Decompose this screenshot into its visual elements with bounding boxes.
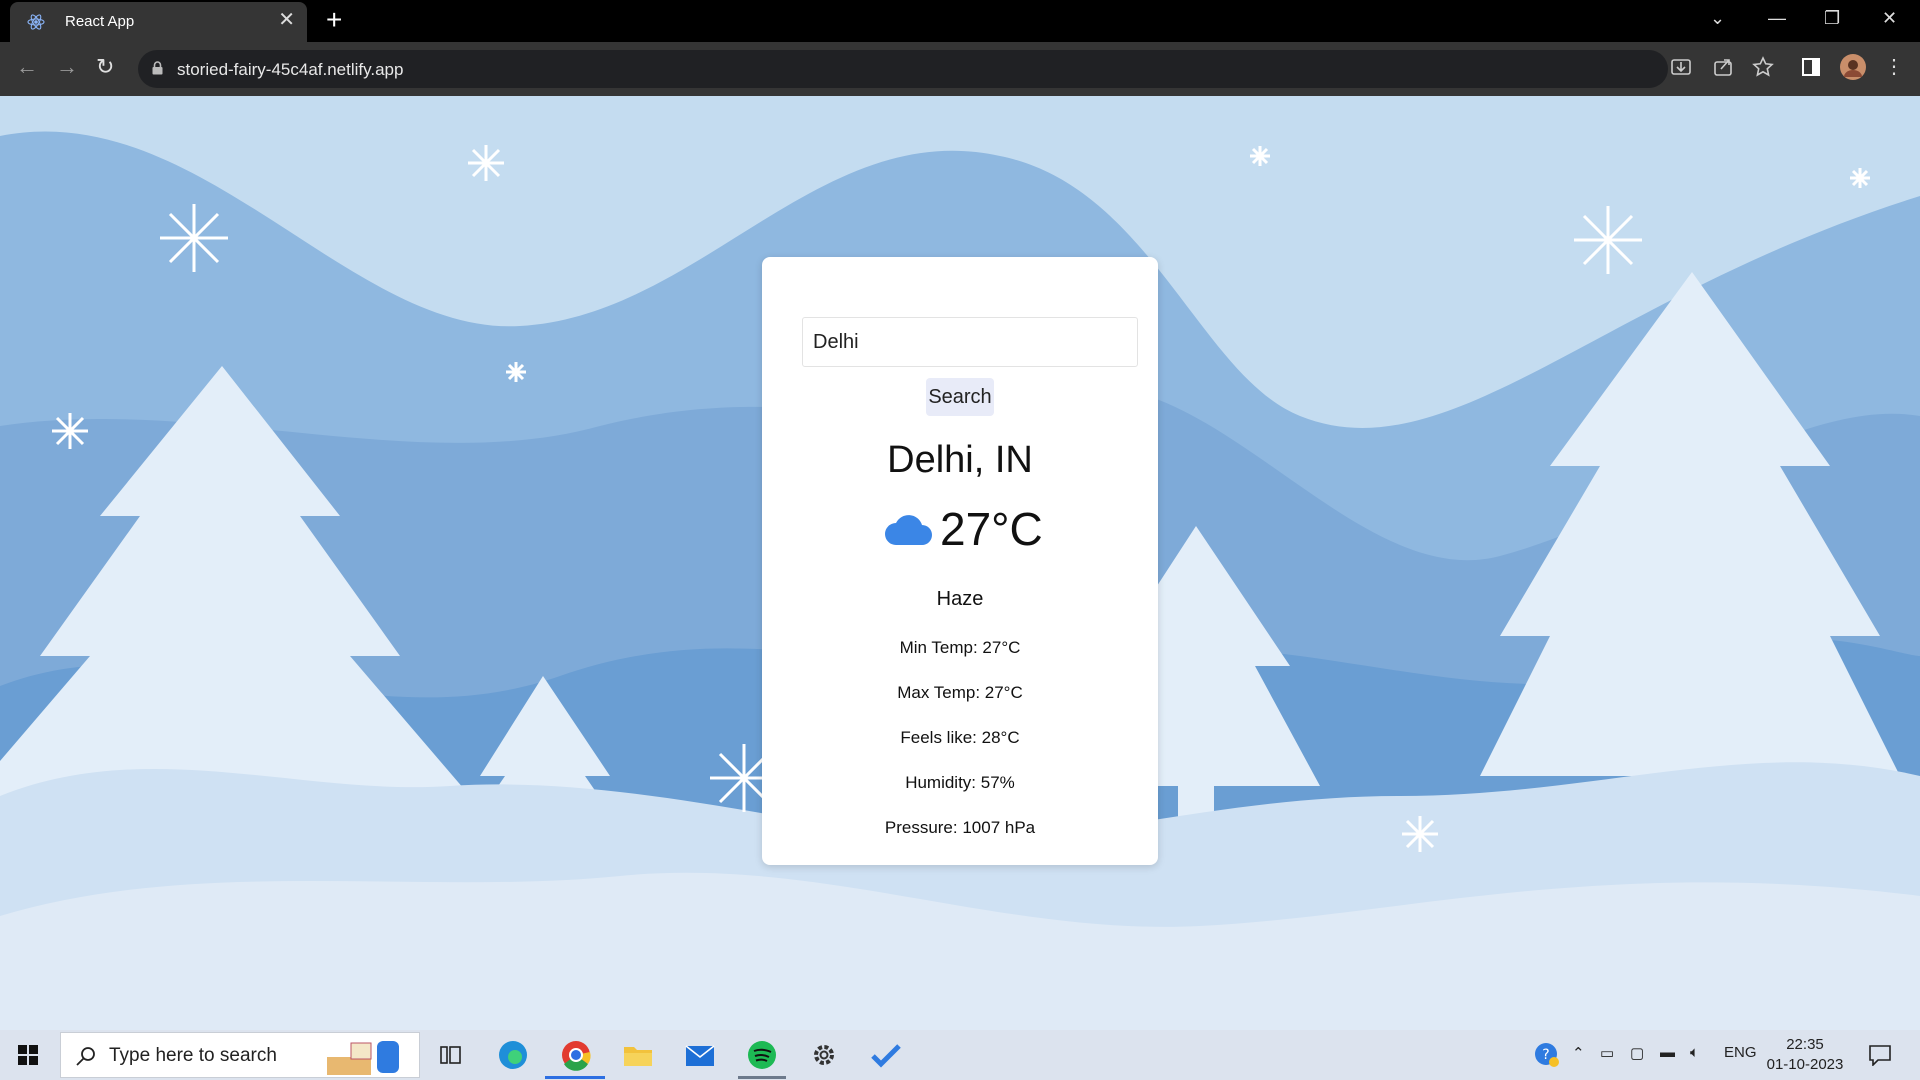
restore-icon[interactable]: ❐ (1824, 8, 1840, 29)
city-search-input[interactable] (802, 317, 1138, 367)
minimize-icon[interactable]: — (1768, 8, 1786, 29)
windows-taskbar: Type here to search ? ⌃ ▭ ▢ ▬ 🔈︎ ENG 22:… (0, 1030, 1920, 1080)
weather-page: Search Delhi, IN 27°C Haze Min Temp: 27°… (0, 96, 1920, 1030)
spotify-icon[interactable] (744, 1038, 780, 1072)
chrome-icon[interactable] (558, 1038, 594, 1072)
search-highlight-icon (327, 1041, 399, 1075)
tab-search-icon[interactable]: ⌄ (1710, 8, 1725, 29)
mail-icon[interactable] (682, 1038, 718, 1072)
windows-start-icon[interactable] (18, 1045, 38, 1065)
volume-icon[interactable]: 🔈︎ (1690, 1044, 1699, 1061)
language-indicator[interactable]: ENG (1724, 1044, 1757, 1061)
install-icon[interactable] (1670, 56, 1692, 78)
search-button[interactable]: Search (926, 378, 994, 416)
browser-tab-bar: React App ✕ + ⌄ — ❐ ✕ (0, 0, 1920, 42)
close-window-icon[interactable]: ✕ (1882, 8, 1897, 29)
notification-icon[interactable] (1868, 1044, 1892, 1066)
bookmark-star-icon[interactable] (1752, 56, 1774, 78)
new-tab-icon[interactable]: + (326, 6, 342, 34)
clock-time: 22:35 (1786, 1036, 1824, 1053)
search-icon (76, 1047, 95, 1066)
menu-dots-icon[interactable]: ⋮ (1884, 54, 1904, 79)
browser-tab[interactable]: React App ✕ (10, 2, 307, 42)
edge-icon[interactable] (495, 1038, 531, 1072)
url-text: storied-fairy-45c4af.netlify.app (177, 60, 404, 79)
temperature-row: 27°C (762, 502, 1158, 562)
reload-icon[interactable]: ↻ (96, 54, 114, 80)
react-logo-icon (27, 14, 45, 30)
lock-icon (152, 61, 163, 75)
weather-card: Search Delhi, IN 27°C Haze Min Temp: 27°… (762, 257, 1158, 865)
close-tab-icon[interactable]: ✕ (278, 10, 295, 30)
task-view-icon[interactable] (432, 1038, 468, 1072)
min-temp: Min Temp: 27°C (899, 638, 1021, 657)
side-panel-icon[interactable] (1800, 56, 1822, 78)
max-temp: Max Temp: 27°C (897, 683, 1023, 702)
tab-title: React App (65, 13, 135, 30)
location-title: Delhi, IN (887, 439, 1033, 481)
chevron-up-icon[interactable]: ⌃ (1572, 1044, 1585, 1062)
file-explorer-icon[interactable] (620, 1038, 656, 1072)
running-app-indicator (738, 1076, 786, 1079)
feels-like: Feels like: 28°C (900, 728, 1020, 747)
todo-icon[interactable] (868, 1038, 904, 1072)
profile-avatar-icon[interactable] (1840, 54, 1866, 80)
browser-toolbar: ← → ↻ storied-fairy-45c4af.netlify.app ⋮ (0, 42, 1920, 96)
share-icon[interactable] (1712, 56, 1734, 78)
active-app-indicator (545, 1076, 605, 1079)
settings-gear-icon[interactable] (806, 1038, 842, 1072)
forward-icon[interactable]: → (56, 54, 78, 80)
pressure: Pressure: 1007 hPa (884, 818, 1036, 837)
back-icon[interactable]: ← (16, 54, 38, 80)
svg-text:?: ? (1542, 1047, 1549, 1063)
device-icon[interactable]: ▢ (1630, 1044, 1644, 1062)
current-temperature: 27°C (940, 503, 1043, 555)
taskbar-search-placeholder: Type here to search (109, 1045, 277, 1066)
taskbar-search-box[interactable]: Type here to search (60, 1032, 420, 1078)
address-bar[interactable]: storied-fairy-45c4af.netlify.app (138, 50, 1668, 88)
clock-date: 01-10-2023 (1766, 1056, 1844, 1073)
network-icon[interactable]: ▭ (1600, 1044, 1614, 1062)
help-icon[interactable]: ? (1534, 1042, 1560, 1068)
humidity: Humidity: 57% (905, 773, 1015, 792)
clock[interactable]: 22:35 01-10-2023 (1760, 1035, 1850, 1075)
cloud-icon (885, 515, 932, 545)
weather-description: Haze (936, 588, 984, 610)
battery-icon[interactable]: ▬ (1660, 1044, 1675, 1061)
